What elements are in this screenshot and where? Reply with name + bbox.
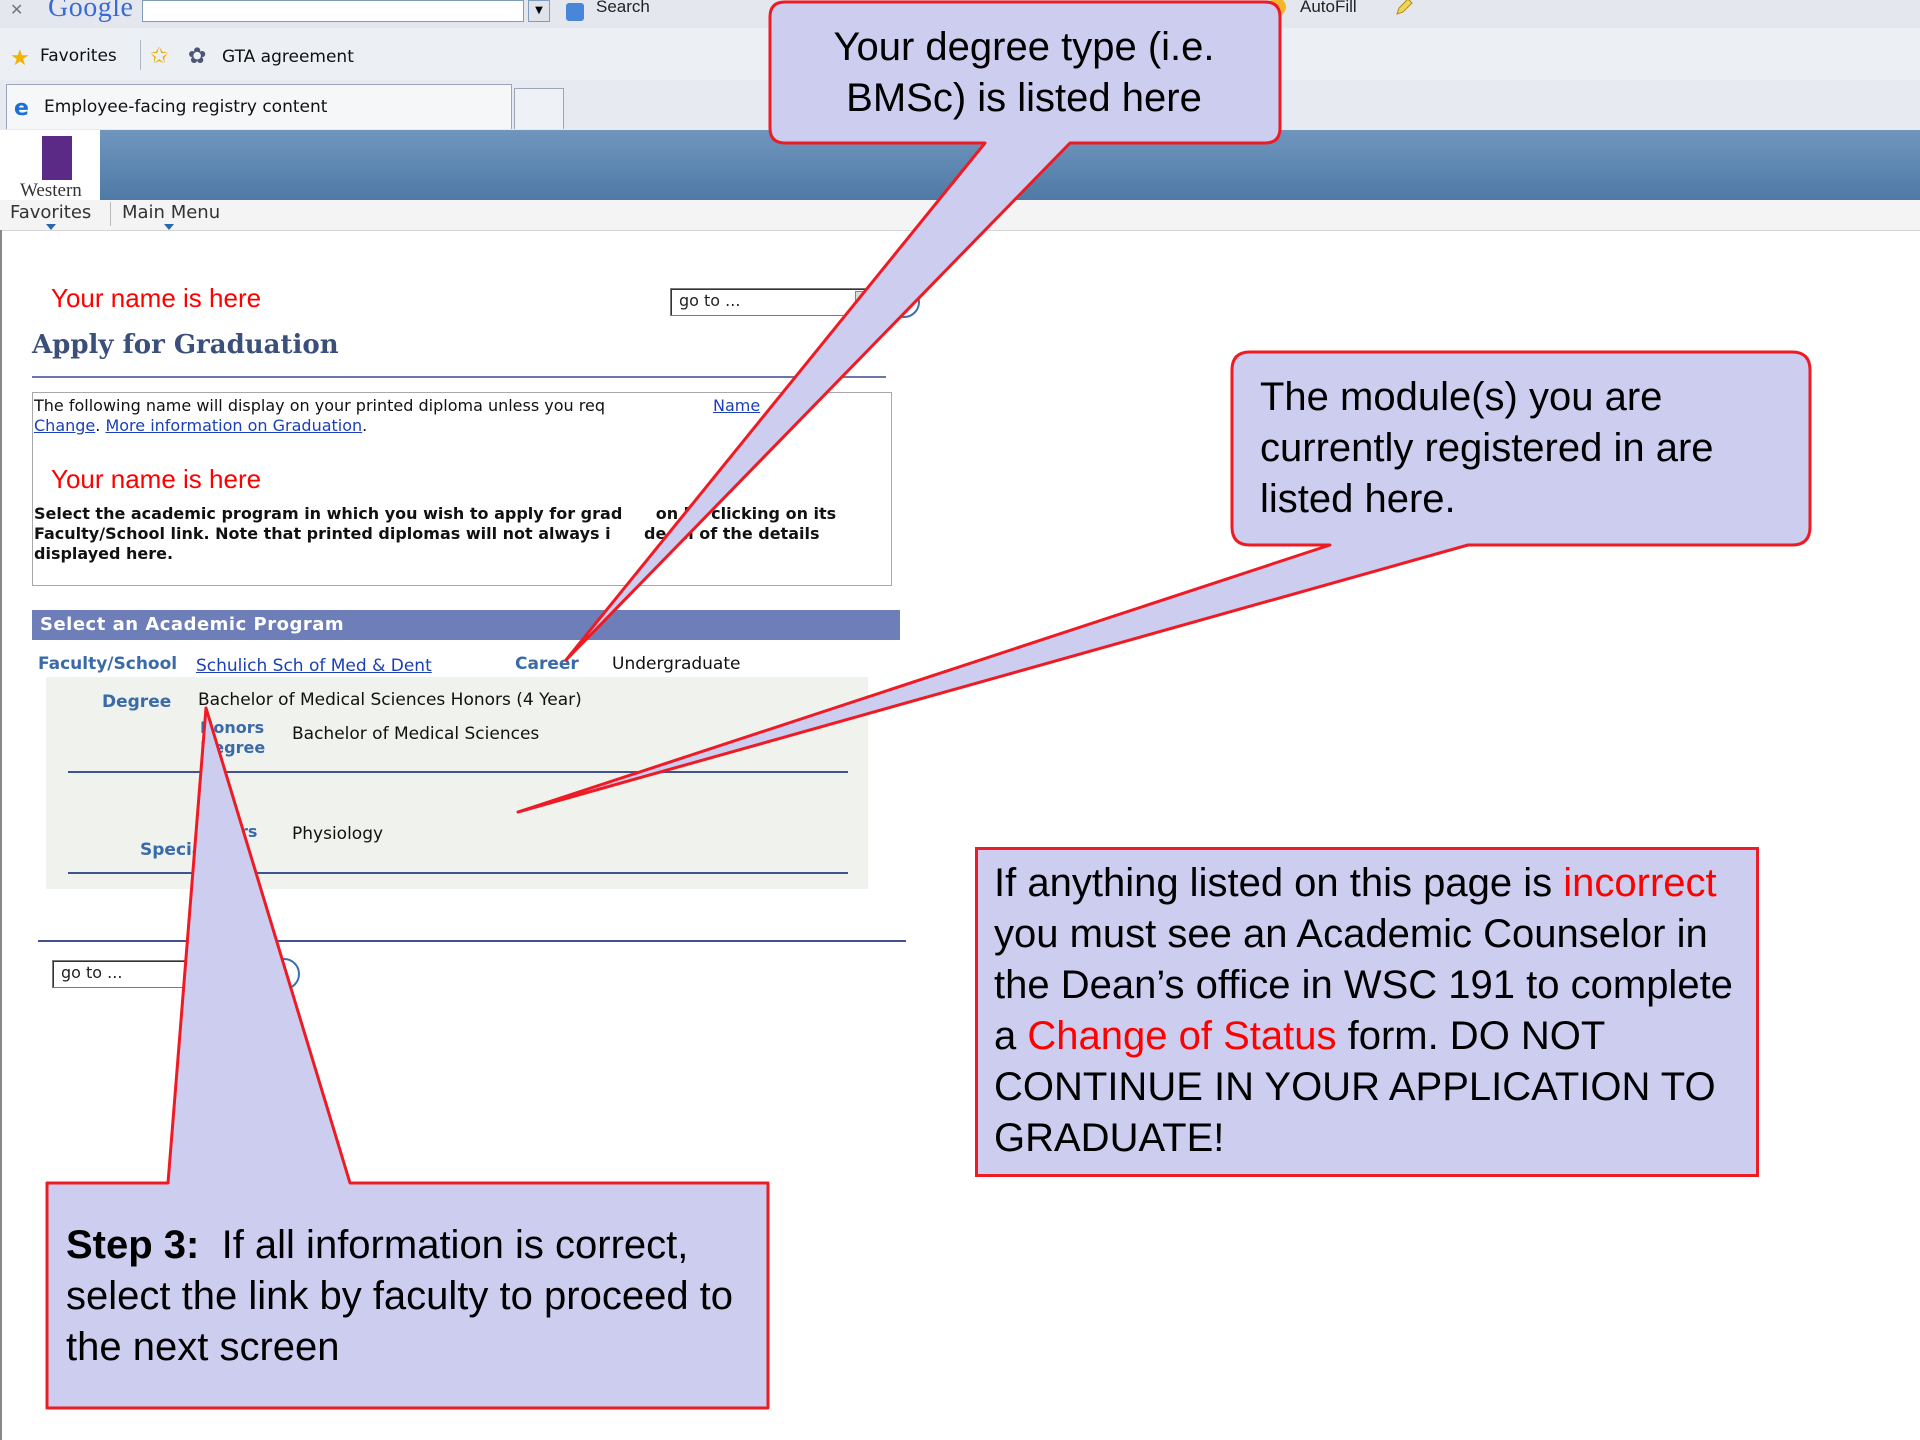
step3-heading: Step 3: xyxy=(66,1223,200,1267)
callout-incorrect-part1: If anything listed on this page is xyxy=(994,861,1564,905)
callout-step3-text: Step 3: If all information is correct, s… xyxy=(66,1220,766,1373)
callout-change-of-status: Change of Status xyxy=(1027,1014,1337,1058)
callout-incorrect-text: If anything listed on this page is incor… xyxy=(994,858,1754,1164)
callout-modules-text: The module(s) you are currently register… xyxy=(1260,375,1714,521)
callout-degree-text: Your degree type (i.e. BMSc) is listed h… xyxy=(833,25,1215,120)
callout-incorrect-highlight: incorrect xyxy=(1563,861,1717,905)
